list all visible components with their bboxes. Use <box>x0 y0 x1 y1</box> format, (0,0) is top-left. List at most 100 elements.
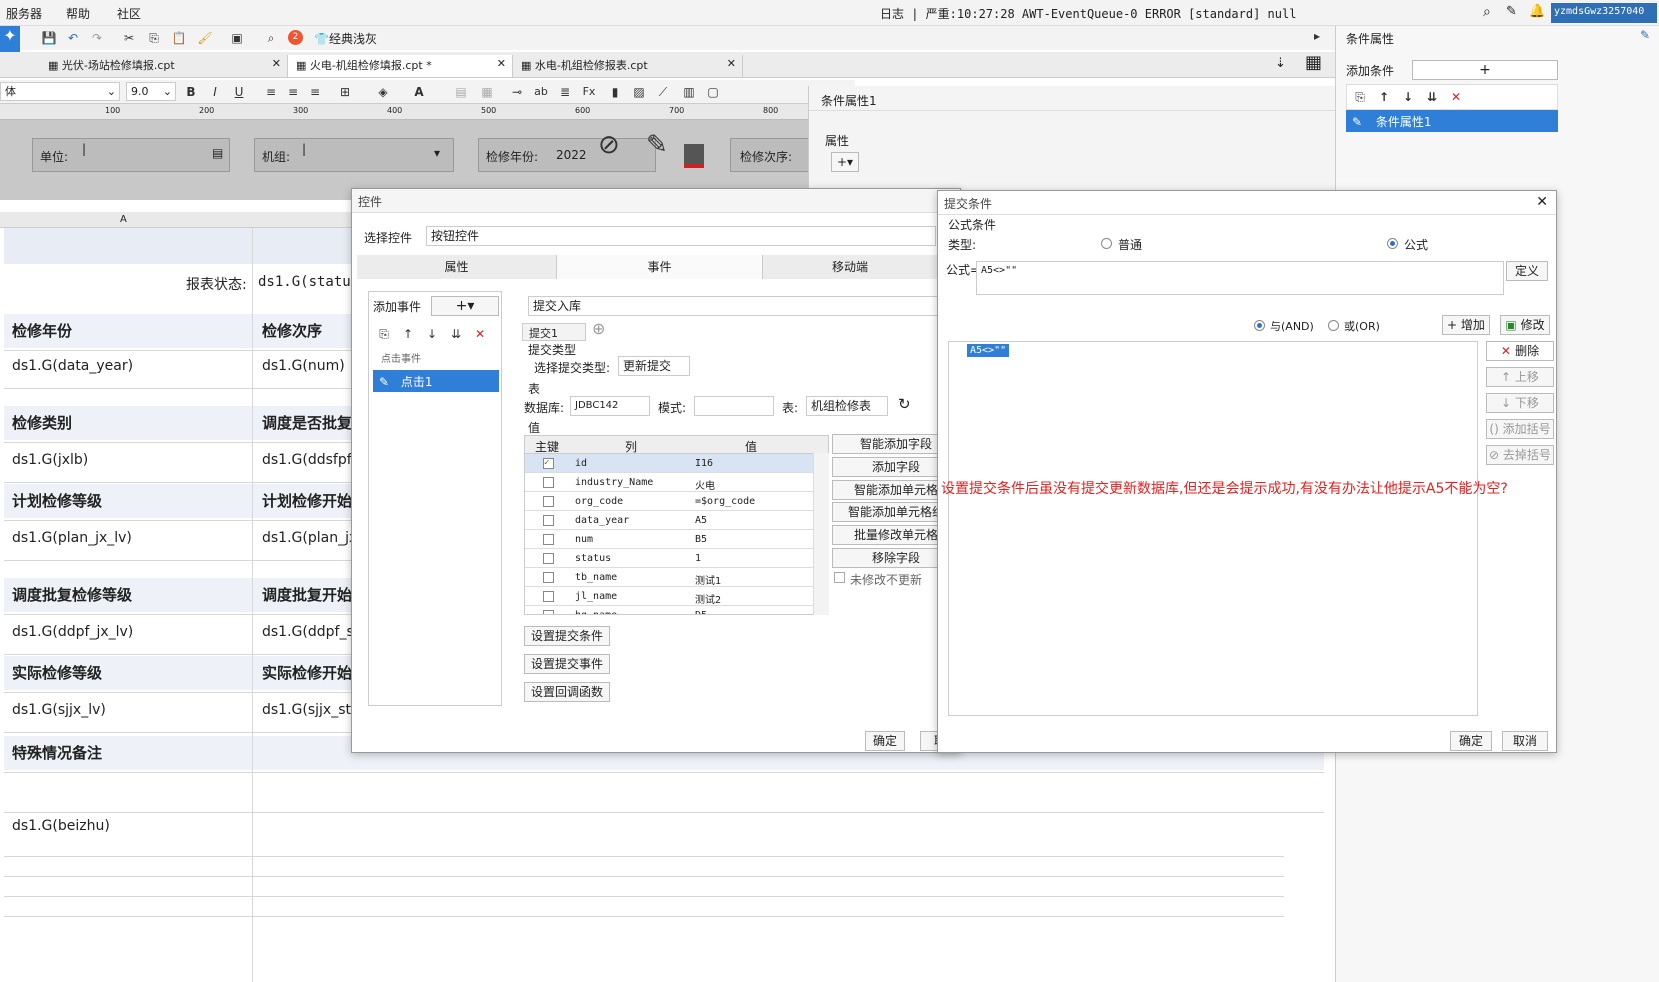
paste-icon[interactable]: 📋 <box>170 29 188 47</box>
subreport-icon[interactable]: ▥ <box>680 83 698 101</box>
eye-off-icon[interactable]: ⊘ <box>598 130 620 160</box>
format-brush-icon[interactable]: 🖌 <box>196 29 214 47</box>
edit-note-icon[interactable]: ✎ <box>1506 4 1517 19</box>
calendar-icon[interactable]: ▤ <box>212 146 223 160</box>
field-label-cell[interactable]: 实际检修开始 <box>262 662 352 683</box>
more-icon[interactable]: ▢ <box>704 83 722 101</box>
refresh-icon[interactable]: ↻ <box>898 395 911 413</box>
values-grid[interactable]: 主键 列 值 ✓ id I16 industry_Name 火电 org_code =$or… <box>524 435 829 615</box>
classic-theme-button[interactable]: 👕经典浅灰 <box>314 30 377 47</box>
add-condition-button[interactable]: + <box>1412 60 1558 80</box>
value-cell[interactable]: I16 <box>695 458 713 469</box>
schema-select[interactable] <box>694 396 774 416</box>
value-cell[interactable]: 1 <box>695 553 701 564</box>
tab-attributes[interactable]: 属性 <box>357 255 557 279</box>
field-label-cell[interactable]: 调度批复检修等级 <box>12 584 132 605</box>
slash-icon[interactable]: ⟋ <box>654 83 672 101</box>
align-right-icon[interactable]: ≡ <box>306 83 324 101</box>
copy-icon[interactable]: ⎘ <box>375 325 393 343</box>
submit-type-select[interactable]: 更新提交 <box>618 356 690 376</box>
chart-icon[interactable]: ▮ <box>606 83 624 101</box>
save-icon[interactable]: 💾 <box>40 29 58 47</box>
arrow-down-icon[interactable]: ↓ <box>1399 88 1417 106</box>
radio-normal[interactable] <box>1101 238 1112 249</box>
ctrl-ok-button[interactable]: 确定 <box>865 731 905 751</box>
sort-icon[interactable]: ⇊ <box>1423 88 1441 106</box>
table-select[interactable]: 机组检修表 <box>806 396 888 416</box>
move-up-button[interactable]: ↑ 上移 <box>1486 367 1554 387</box>
define-button[interactable]: 定义 <box>1506 261 1548 281</box>
value-cell[interactable]: =$org_code <box>695 496 755 507</box>
field-formula-cell[interactable]: ds1.G(jxlb) <box>12 452 88 468</box>
notify-badge[interactable]: 2 <box>288 30 303 45</box>
field-label-cell[interactable]: 实际检修等级 <box>12 662 102 683</box>
submit-subtab[interactable]: 提交1 <box>522 323 586 341</box>
close-icon[interactable]: ✕ <box>497 57 506 70</box>
copy-icon[interactable]: ⎘ <box>1351 88 1369 106</box>
fill-color-icon[interactable]: ◈ <box>374 83 392 101</box>
field-label-cell[interactable]: 计划检修开始 <box>262 490 352 511</box>
formula-icon[interactable]: Fx <box>580 83 598 101</box>
copy-icon[interactable]: ⎘ <box>145 29 163 47</box>
value-cell[interactable]: 测试2 <box>695 591 721 606</box>
bold-icon[interactable]: B <box>182 83 200 101</box>
delete-icon[interactable]: ✕ <box>471 325 489 343</box>
radio-and[interactable] <box>1254 320 1265 331</box>
menu-help[interactable]: 帮助 <box>66 5 90 22</box>
pk-checkbox[interactable] <box>543 610 554 614</box>
field-label-cell[interactable]: 调度是否批复 <box>262 412 352 433</box>
submit-ok-button[interactable]: 确定 <box>1450 731 1492 751</box>
field-formula-cell[interactable]: ds1.G(ddpf_jx_lv) <box>12 624 133 640</box>
tab-thermal[interactable]: ▦ 火电-机组检修填报.cpt * ✕ <box>288 55 513 77</box>
table-row[interactable]: data_year A5 <box>525 511 814 530</box>
dropdown-icon[interactable]: ▾ <box>434 146 440 160</box>
condition-item-selected[interactable]: ✎ 条件属性1 <box>1346 110 1558 132</box>
tab-list-icon[interactable]: ⇣ <box>1275 56 1286 71</box>
field-formula-cell[interactable]: ds1.G(beizhu) <box>12 818 110 834</box>
delete-button[interactable]: ✕ 删除 <box>1486 341 1554 361</box>
pk-checkbox[interactable] <box>543 477 554 488</box>
field-label-cell[interactable]: 检修类别 <box>12 412 72 433</box>
field-formula-cell[interactable]: ds1.G(ddpf_s <box>262 624 354 640</box>
submit-cancel-button[interactable]: 取消 <box>1502 731 1548 751</box>
add-condition-button[interactable]: + 增加 <box>1442 315 1490 335</box>
pk-checkbox[interactable] <box>543 534 554 545</box>
close-icon[interactable]: ✕ <box>727 57 736 70</box>
table-row[interactable]: industry_Name 火电 <box>525 473 814 492</box>
font-color-icon[interactable]: A <box>410 83 428 101</box>
field-formula-cell[interactable]: ds1.G(plan_jx <box>262 530 357 546</box>
underline-icon[interactable]: U <box>230 83 248 101</box>
set-callback-button[interactable]: 设置回调函数 <box>524 682 610 702</box>
pk-checkbox[interactable] <box>543 496 554 507</box>
border-icon[interactable]: ⊞ <box>336 83 354 101</box>
bell-icon[interactable]: 🔔 <box>1529 4 1545 19</box>
menu-community[interactable]: 社区 <box>117 5 141 22</box>
align-left-icon[interactable]: ≡ <box>262 83 280 101</box>
tab-mobile[interactable]: 移动端 <box>762 255 937 279</box>
field-label-cell[interactable]: 检修年份 <box>12 320 72 341</box>
sort-icon[interactable]: ⇊ <box>447 325 465 343</box>
field-label-cell[interactable]: 调度批复开始 <box>262 584 352 605</box>
field-formula-cell[interactable]: ds1.G(sjjx_sta <box>262 702 360 718</box>
table-row[interactable]: ✓ id I16 <box>525 454 814 473</box>
pencil-icon[interactable]: ✎ <box>646 130 668 160</box>
field-formula-cell[interactable]: ds1.G(data_year) <box>12 358 133 374</box>
field-label-cell[interactable]: 计划检修等级 <box>12 490 102 511</box>
search-icon[interactable]: ⌕ <box>1483 4 1491 20</box>
pk-checkbox[interactable] <box>543 572 554 583</box>
text-icon[interactable]: ab <box>532 83 550 101</box>
add-event-button[interactable]: +▾ <box>431 296 499 316</box>
table-row[interactable]: tb_name 测试1 <box>525 568 814 587</box>
arrow-down-icon[interactable]: ↓ <box>423 325 441 343</box>
pk-checkbox[interactable] <box>543 515 554 526</box>
delete-icon[interactable]: ✕ <box>1447 88 1465 106</box>
field-formula-cell[interactable]: ds1.G(sjjx_lv) <box>12 702 106 718</box>
unmerge-icon[interactable]: ▦ <box>478 83 496 101</box>
close-icon[interactable]: ✕ <box>1536 194 1548 210</box>
field-formula-cell[interactable]: ds1.G(ddsfpf <box>262 452 352 468</box>
undo-icon[interactable]: ↶ <box>64 29 82 47</box>
arrow-up-icon[interactable]: ↑ <box>399 325 417 343</box>
value-cell[interactable]: 火电 <box>695 477 715 492</box>
field-label-cell[interactable]: 检修次序 <box>262 320 322 341</box>
user-badge[interactable]: yzmdsGwz3257040 <box>1551 3 1657 23</box>
